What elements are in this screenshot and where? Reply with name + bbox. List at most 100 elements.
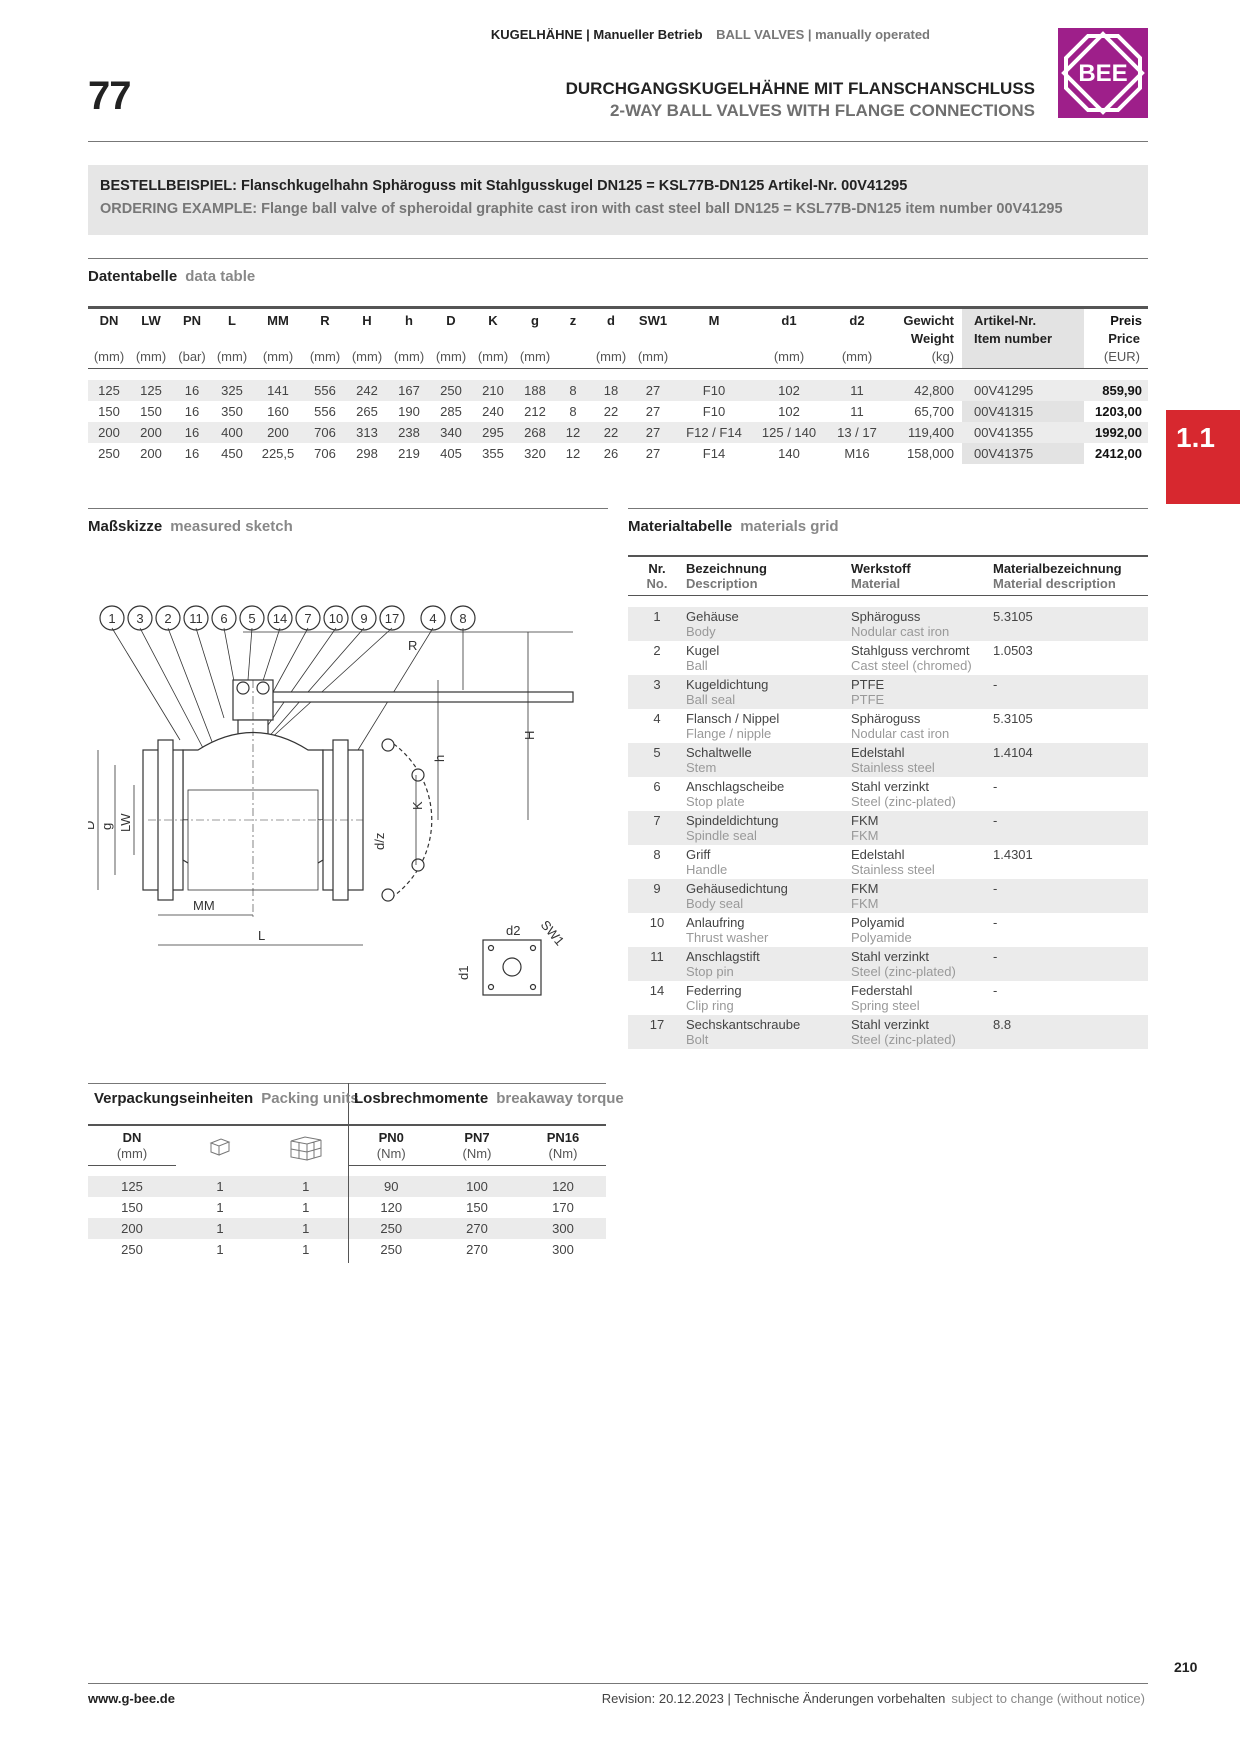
material-spec: - bbox=[993, 982, 998, 998]
single-box-icon bbox=[176, 1124, 264, 1165]
description-de: Kugel bbox=[686, 642, 720, 658]
description-de: Anlaufring bbox=[686, 914, 745, 930]
materials-row: 11 Anschlagstift Stop pin Stahl verzinkt Ste… bbox=[628, 946, 1148, 981]
table-cell: 706 bbox=[314, 446, 336, 461]
column-header-en bbox=[514, 328, 556, 348]
spacer-cell bbox=[628, 596, 1148, 607]
packing-title: Verpackungseinheiten Packing units bbox=[94, 1090, 359, 1107]
sketch-title-en: measured sketch bbox=[170, 518, 293, 535]
table-cell: 167 bbox=[388, 380, 430, 401]
table-cell: 158,000 bbox=[907, 446, 954, 461]
column-unit: (mm) bbox=[632, 348, 674, 369]
packing-cell: 170 bbox=[552, 1200, 574, 1215]
balloon-label: 7 bbox=[304, 611, 311, 626]
packing-cell: 1 bbox=[216, 1242, 224, 1257]
table-cell: 250 bbox=[430, 380, 472, 401]
table-cell: 11 bbox=[850, 404, 864, 419]
column-unit: (EUR) bbox=[1084, 348, 1148, 369]
column-unit: (mm) bbox=[212, 348, 252, 369]
material-spec: - bbox=[993, 778, 998, 794]
spacer-row bbox=[88, 368, 1148, 380]
footer-url[interactable]: www.g-bee.de bbox=[88, 1691, 175, 1706]
material-de: Sphäroguss bbox=[851, 710, 921, 726]
column-unit: (mm) bbox=[514, 348, 556, 369]
spacer-row bbox=[88, 1165, 606, 1176]
material-en: Steel (zinc-plated) bbox=[851, 793, 956, 809]
material-de: PTFE bbox=[851, 676, 885, 692]
table-cell: 200 bbox=[88, 422, 130, 443]
packing-cell: 150 bbox=[121, 1200, 143, 1215]
table-cell: 219 bbox=[398, 446, 420, 461]
table-cell: 12 bbox=[556, 422, 590, 443]
material-nr: 3 bbox=[628, 674, 686, 709]
column-header: Gewicht bbox=[890, 306, 962, 328]
table-cell: 119,400 bbox=[890, 422, 962, 443]
material-description: Schaltwelle Stem bbox=[686, 742, 851, 777]
packing-cell: 300 bbox=[552, 1242, 574, 1257]
balloon-label: 9 bbox=[360, 611, 367, 626]
packing-title-en: Packing units bbox=[261, 1090, 359, 1107]
materials-header: Nr. bbox=[628, 555, 686, 576]
dim-SW1: SW1 bbox=[538, 917, 568, 948]
table-cell: 27 bbox=[645, 446, 661, 461]
table-cell: 350 bbox=[221, 404, 243, 419]
balloon-label: 11 bbox=[189, 611, 203, 626]
column-header-en bbox=[590, 328, 632, 348]
page-title: DURCHGANGSKUGELHÄHNE MIT FLANSCHANSCHLUS… bbox=[566, 78, 1035, 122]
materials-row: 4 Flansch / Nippel Flange / nipple Sphärogu… bbox=[628, 709, 1148, 743]
packing-cell: 100 bbox=[434, 1176, 520, 1197]
table-row: 200 200 16 400 200 706 313 238 340 295 268 12 22 27 F1… bbox=[88, 422, 1148, 443]
description-de: Griff bbox=[686, 846, 711, 862]
table-row: 250 200 16 450 225,5 706 298 219 405 355 320 12 26 27… bbox=[88, 443, 1148, 464]
material-spec: 1.0503 bbox=[993, 642, 1033, 658]
packing-cell: 1 bbox=[176, 1218, 264, 1239]
table-cell: 16 bbox=[184, 446, 200, 461]
column-header: M bbox=[674, 306, 754, 328]
table-cell: 150 bbox=[140, 404, 162, 419]
table-cell: 859,90 bbox=[1084, 380, 1148, 401]
table-row: 150 150 16 350 160 556 265 190 285 240 212 8 22 27 F10… bbox=[88, 401, 1148, 422]
table-cell: 16 bbox=[184, 404, 200, 419]
column-header-en bbox=[346, 328, 388, 348]
table-cell: 27 bbox=[632, 380, 674, 401]
column-unit: (mm) bbox=[388, 348, 430, 369]
torque-title-de: Losbrechmomente bbox=[354, 1090, 489, 1107]
description-de: Anschlagscheibe bbox=[686, 778, 785, 794]
packing-cell: 90 bbox=[347, 1176, 434, 1197]
material-spec: 1.4104 bbox=[993, 742, 1148, 777]
table-cell: 102 bbox=[778, 404, 800, 419]
table-cell: 242 bbox=[346, 380, 388, 401]
material-de: Federstahl bbox=[851, 982, 913, 998]
sketch-title: Maßskizze measured sketch bbox=[88, 518, 293, 535]
material-nr: 4 bbox=[653, 710, 661, 726]
dim-R: R bbox=[408, 638, 417, 653]
material-en: Stainless steel bbox=[851, 759, 935, 775]
balloon-label: 14 bbox=[273, 611, 287, 626]
column-header: H bbox=[346, 306, 388, 328]
material-description: Flansch / Nippel Flange / nipple bbox=[686, 709, 851, 743]
material-de: Stahl verzinkt bbox=[851, 778, 930, 794]
column-header-en bbox=[430, 328, 472, 348]
dim-d1: d1 bbox=[456, 966, 471, 980]
table-cell: F10 bbox=[674, 380, 754, 401]
materials-title: Materialtabelle materials grid bbox=[628, 518, 839, 535]
material-nr: 6 bbox=[653, 778, 661, 794]
table-cell: 200 bbox=[130, 422, 172, 443]
description-en: Thrust washer bbox=[686, 929, 769, 945]
packing-table: DN PN0 PN7 PN16 (mm) (Nm) (Nm) (Nm) 125 1… bbox=[88, 1124, 606, 1260]
column-header-en bbox=[632, 328, 674, 348]
material: Sphäroguss Nodular cast iron bbox=[851, 606, 993, 641]
dim-D: D bbox=[88, 821, 97, 830]
section-divider bbox=[628, 508, 1148, 509]
material: FKM FKM bbox=[851, 878, 993, 913]
table-cell: 27 bbox=[645, 404, 661, 419]
section-tab[interactable]: 1.1 bbox=[1166, 410, 1240, 504]
table-cell: 285 bbox=[440, 404, 462, 419]
column-header-en bbox=[472, 328, 514, 348]
packing-cell: 1 bbox=[302, 1242, 310, 1257]
data-table-title-en: data table bbox=[185, 268, 256, 285]
description-de: Schaltwelle bbox=[686, 744, 752, 760]
packing-cell: 1 bbox=[264, 1218, 348, 1239]
material-description: Gehäuse Body bbox=[686, 606, 851, 641]
data-table: DN LW PN L MM R Hh D Kg z d SW1 Md1 d2 Gewicht Artikel-… bbox=[88, 306, 1148, 464]
